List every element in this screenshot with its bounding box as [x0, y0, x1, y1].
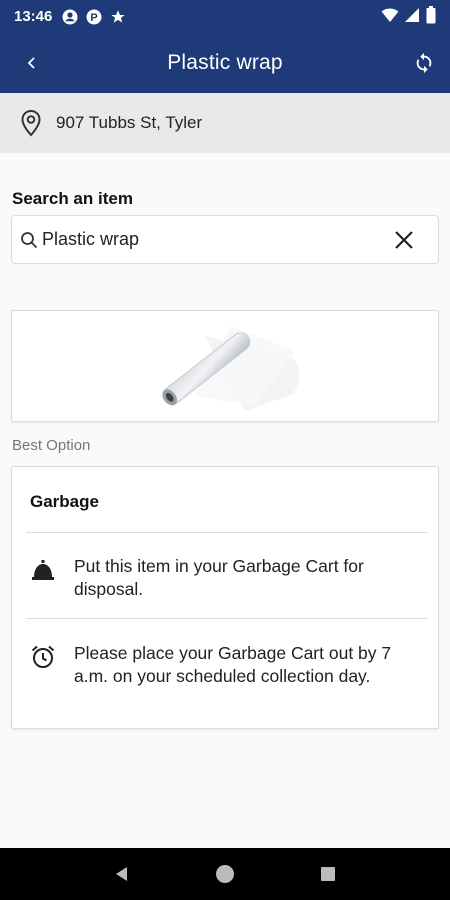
close-icon	[395, 231, 413, 249]
search-label: Search an item	[12, 189, 133, 208]
instruction-row: Put this item in your Garbage Cart for d…	[30, 555, 425, 601]
address-text: 907 Tubbs St, Tyler	[56, 113, 203, 132]
instruction-text: Put this item in your Garbage Cart for d…	[74, 556, 364, 599]
svg-text:P: P	[91, 12, 98, 24]
recents-square-icon	[321, 867, 336, 881]
status-time: 13:46	[14, 8, 53, 25]
disposal-result-card: Garbage Put this item in your Garbage Ca…	[11, 466, 439, 729]
search-icon	[18, 229, 40, 251]
nav-back-button[interactable]	[107, 859, 137, 889]
instruction-row: Please place your Garbage Cart out by 7 …	[30, 642, 425, 688]
instruction-text: Please place your Garbage Cart out by 7 …	[74, 643, 392, 686]
alarm-clock-icon	[30, 644, 56, 670]
plastic-wrap-roll-image	[162, 326, 300, 411]
account-circle-icon	[62, 9, 78, 25]
chevron-left-icon	[27, 57, 35, 69]
result-heading: Garbage	[30, 492, 99, 511]
nav-home-button[interactable]	[210, 859, 240, 889]
signal-icon	[405, 7, 420, 27]
wifi-icon	[381, 7, 399, 27]
item-image-card	[11, 310, 439, 422]
bell-icon	[30, 557, 56, 583]
status-right-icons	[381, 5, 436, 28]
divider	[26, 618, 428, 619]
system-nav-bar	[0, 848, 450, 900]
back-triangle-icon	[115, 867, 127, 881]
location-pin-icon	[18, 109, 44, 137]
nav-recents-button[interactable]	[313, 859, 343, 889]
app-bar: Plastic wrap	[0, 33, 450, 93]
address-bar[interactable]: 907 Tubbs St, Tyler	[0, 93, 450, 153]
home-circle-icon	[215, 865, 234, 883]
battery-icon	[426, 5, 436, 28]
page-title: Plastic wrap	[167, 51, 283, 74]
refresh-icon	[416, 52, 432, 74]
status-bar: 13:46 P	[0, 0, 450, 33]
search-input[interactable]	[42, 229, 372, 250]
parking-p-icon: P	[86, 9, 102, 25]
back-button[interactable]	[18, 49, 46, 77]
divider	[26, 532, 428, 533]
search-box[interactable]	[11, 215, 439, 264]
refresh-button[interactable]	[410, 49, 438, 77]
star-icon	[110, 9, 126, 25]
best-option-label: Best Option	[12, 437, 91, 454]
clear-search-button[interactable]	[392, 228, 416, 252]
